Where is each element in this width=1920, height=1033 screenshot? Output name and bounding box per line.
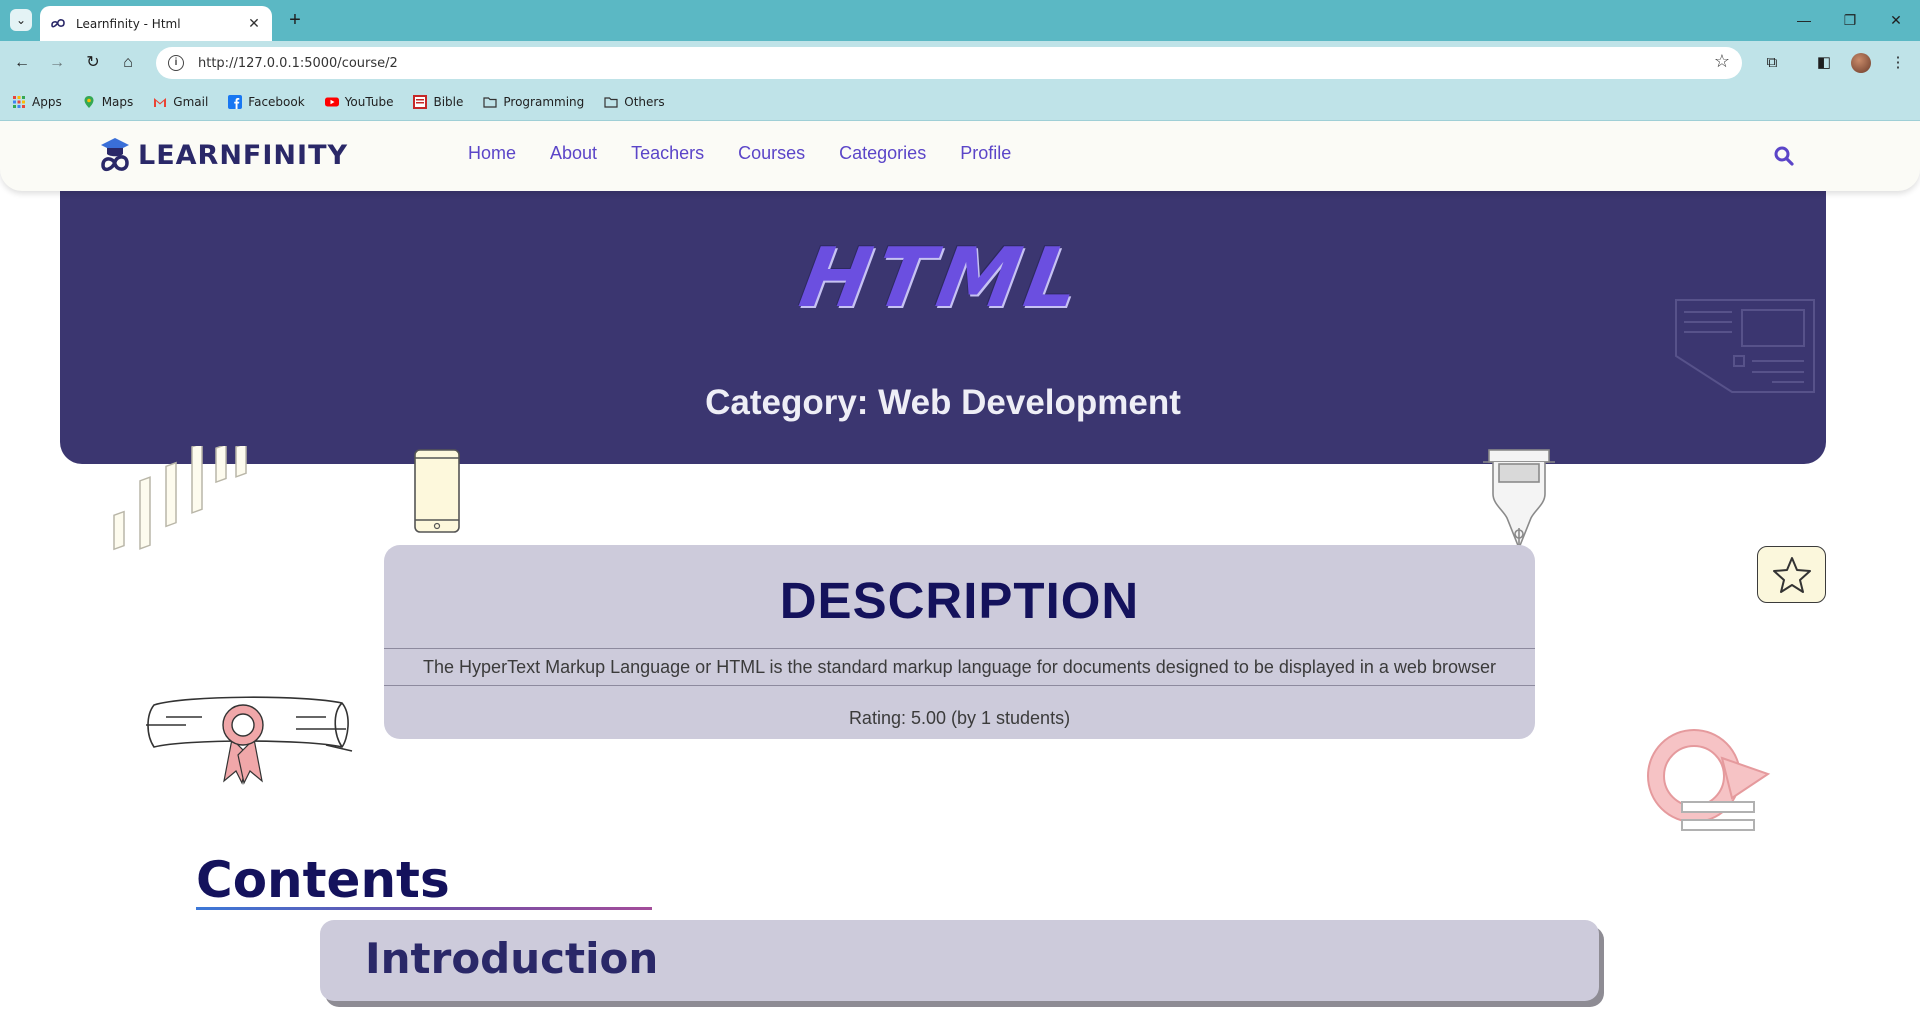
bookmark-label: Others — [624, 95, 665, 109]
bookmark-label: Maps — [101, 95, 134, 109]
site-header: LEARNFINITY Home About Teachers Courses … — [0, 121, 1920, 191]
graduation-infinity-logo-icon — [101, 138, 129, 172]
main-nav: Home About Teachers Courses Categories P… — [468, 143, 1045, 164]
bookmark-bible[interactable]: Bible — [413, 95, 463, 109]
content-item-introduction[interactable]: Introduction — [320, 920, 1599, 1001]
bookmark-label: Programming — [503, 95, 585, 109]
restore-button[interactable]: ❐ — [1830, 8, 1870, 32]
site-info-icon[interactable]: i — [168, 55, 184, 71]
url-text: http://127.0.0.1:5000/course/2 — [198, 55, 398, 71]
minimize-button[interactable]: — — [1784, 8, 1824, 32]
contents-underline — [196, 907, 652, 910]
webpage-wireframe-decoration-icon — [1675, 299, 1815, 393]
course-hero-banner: HTML Category: Web Development — [60, 191, 1826, 464]
nav-home[interactable]: Home — [468, 143, 516, 164]
tab-title: Learnfinity - Html — [76, 16, 181, 31]
reload-icon[interactable]: ↻ — [79, 49, 107, 77]
bookmark-label: Gmail — [173, 95, 209, 109]
bookmark-gmail[interactable]: Gmail — [153, 95, 208, 109]
bookmark-star-icon[interactable]: ☆ — [1714, 51, 1730, 72]
learnfinity-favicon-icon — [51, 18, 65, 27]
folder-icon — [604, 97, 618, 108]
bookmark-label: Facebook — [248, 95, 305, 109]
nav-teachers[interactable]: Teachers — [631, 143, 704, 164]
page-viewport: LEARNFINITY Home About Teachers Courses … — [0, 121, 1920, 1033]
content-item-title: Introduction — [365, 934, 659, 983]
apps-grid-icon — [13, 96, 25, 108]
course-title: HTML — [793, 231, 1093, 326]
gmail-icon — [154, 98, 167, 107]
chevron-down-icon: ⌄ — [15, 13, 27, 27]
bookmark-folder-others[interactable]: Others — [604, 95, 665, 109]
facebook-icon — [228, 95, 243, 109]
refresh-arrow-decoration-icon — [1647, 729, 1771, 831]
site-logo[interactable]: LEARNFINITY — [98, 133, 348, 177]
bookmark-label: Bible — [433, 95, 464, 109]
logo-text: LEARNFINITY — [138, 139, 349, 171]
browser-chrome: ⌄ Learnfinity - Html ✕ + — ❐ ✕ ← → ↻ ⌂ i… — [0, 0, 1920, 121]
divider — [384, 648, 1535, 649]
address-bar[interactable]: i http://127.0.0.1:5000/course/2 ☆ — [156, 47, 1742, 79]
bookmark-apps[interactable]: Apps — [12, 95, 62, 109]
divider — [384, 685, 1535, 686]
side-panel-icon[interactable]: ◧ — [1812, 51, 1836, 75]
description-text: The HyperText Markup Language or HTML is… — [423, 657, 1496, 677]
nav-profile[interactable]: Profile — [960, 143, 1011, 164]
home-icon[interactable]: ⌂ — [114, 49, 142, 77]
folder-icon — [483, 97, 497, 108]
bookmarks-bar: Apps Maps Gmail Facebook YouTube Bible P… — [0, 84, 1920, 121]
tab-strip: ⌄ Learnfinity - Html ✕ + — ❐ ✕ — [0, 0, 1920, 41]
description-card: DESCRIPTION The HyperText Markup Languag… — [384, 545, 1535, 739]
browser-tab-active[interactable]: Learnfinity - Html ✕ — [40, 6, 272, 41]
youtube-icon — [324, 97, 339, 107]
course-rating: Rating: 5.00 (by 1 students) — [848, 708, 1071, 728]
bookmark-folder-programming[interactable]: Programming — [483, 95, 584, 109]
bible-icon — [413, 95, 428, 109]
search-icon[interactable] — [1773, 145, 1795, 167]
course-category: Category: Web Development — [705, 383, 1181, 422]
star-icon — [1772, 556, 1811, 593]
extensions-puzzle-icon[interactable]: ⧉ — [1760, 51, 1784, 75]
close-window-button[interactable]: ✕ — [1876, 8, 1916, 32]
bookmark-label: YouTube — [344, 95, 394, 109]
diploma-certificate-decoration-icon — [146, 696, 353, 785]
smartphone-decoration-icon — [414, 449, 460, 533]
favorite-button[interactable] — [1757, 546, 1826, 603]
menu-kebab-icon[interactable]: ⋮ — [1886, 51, 1910, 75]
forward-arrow-icon[interactable]: → — [43, 49, 71, 77]
maps-pin-icon — [84, 96, 94, 108]
bookmark-facebook[interactable]: Facebook — [228, 95, 305, 109]
description-heading: DESCRIPTION — [779, 572, 1140, 629]
nav-categories[interactable]: Categories — [839, 143, 926, 164]
bookmark-youtube[interactable]: YouTube — [324, 95, 394, 109]
contents-heading: Contents — [196, 851, 450, 909]
new-tab-button[interactable]: + — [283, 8, 307, 32]
browser-toolbar: ← → ↻ ⌂ i http://127.0.0.1:5000/course/2… — [0, 41, 1920, 84]
bookmark-label: Apps — [32, 95, 62, 109]
profile-avatar[interactable] — [1851, 53, 1871, 73]
bookmark-maps[interactable]: Maps — [82, 95, 134, 109]
tab-close-icon[interactable]: ✕ — [246, 15, 262, 32]
pen-nib-decoration-icon — [1483, 449, 1555, 557]
nav-about[interactable]: About — [550, 143, 597, 164]
back-arrow-icon[interactable]: ← — [8, 49, 36, 77]
bar-chart-decoration-icon — [113, 446, 247, 551]
tab-search-button[interactable]: ⌄ — [10, 9, 32, 31]
nav-courses[interactable]: Courses — [738, 143, 805, 164]
